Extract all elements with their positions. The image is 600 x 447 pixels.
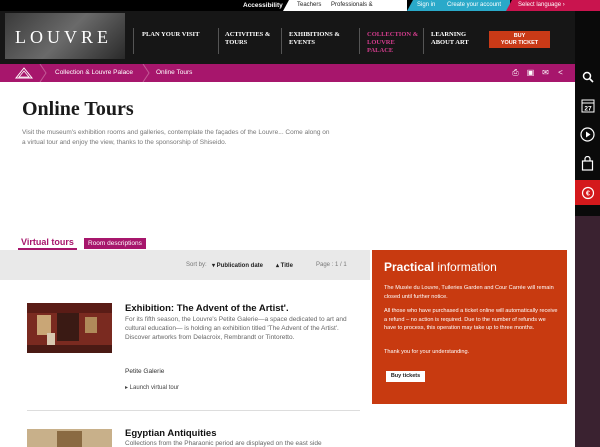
nav-label: EXHIBITIONS & — [289, 31, 340, 38]
item-title[interactable]: Egyptian Antiquities — [125, 428, 216, 439]
logo-text: LOUVRE — [15, 27, 112, 47]
search-icon[interactable] — [575, 64, 600, 89]
nav-learning-about-art[interactable]: LEARNING ABOUT ART — [431, 31, 469, 47]
nav-activities-tours[interactable]: ACTIVITIES & TOURS — [225, 31, 270, 47]
item-location: Petite Galerie — [125, 368, 165, 375]
breadcrumb-item-collection[interactable]: Collection & Louvre Palace — [55, 64, 133, 82]
home-icon[interactable] — [14, 66, 34, 80]
item-title[interactable]: Exhibition: The Advent of the Artist'. — [125, 303, 289, 314]
professionals-link[interactable]: Professionals & Associations — [327, 0, 407, 19]
utility-bar: Accessibility Teachers Professionals & A… — [0, 0, 575, 19]
nav-label: PLAN YOUR VISIT — [142, 31, 200, 38]
sort-publication-date[interactable]: ▾ Publication date — [212, 262, 263, 269]
launch-virtual-tour-link[interactable]: ▸ Launch virtual tour — [125, 384, 179, 391]
email-icon[interactable]: ✉ — [541, 68, 550, 77]
select-language-label: Select language — [518, 2, 562, 8]
item-description: For its fifth season, the Louvre's Petit… — [125, 316, 347, 341]
svg-text:€: € — [586, 190, 590, 197]
calendar-day: 27 — [584, 106, 592, 113]
create-account-link[interactable]: Create your account — [444, 0, 510, 11]
breadcrumb-separator-icon — [39, 64, 47, 82]
practical-title-rest: information — [434, 260, 497, 274]
nav-label: LEARNING — [431, 31, 467, 38]
tab-virtual-tours[interactable]: Virtual tours — [18, 235, 77, 250]
practical-paragraph: All those who have purchased a ticket on… — [384, 308, 558, 332]
nav-collection-louvre-palace[interactable]: COLLECTION & LOUVRE PALACE — [367, 31, 418, 55]
nav-divider — [218, 28, 219, 54]
page-intro: Visit the museum's exhibition rooms and … — [22, 129, 330, 146]
main-header: LOUVRE PLAN YOUR VISIT ACTIVITIES & TOURS… — [0, 11, 575, 64]
calendar-icon[interactable]: 27 — [575, 93, 600, 118]
nav-divider — [359, 28, 360, 54]
sort-label: Sort by: — [186, 262, 207, 268]
shopping-bag-icon[interactable] — [575, 151, 600, 176]
sort-title[interactable]: ▴ Title — [276, 262, 293, 269]
buy-label: YOUR TICKET — [500, 40, 539, 46]
advent-of-artist-thumbnail[interactable] — [27, 303, 112, 353]
nav-label: COLLECTION & — [367, 31, 419, 38]
nav-label: ACTIVITIES & — [225, 31, 271, 38]
page-title: Online Tours — [22, 98, 134, 120]
nav-label: TOURS — [225, 39, 248, 46]
nav-label: ABOUT ART — [431, 39, 469, 46]
egyptian-antiquities-thumbnail[interactable] — [27, 429, 112, 447]
breadcrumb-item-online-tours: Online Tours — [156, 69, 193, 76]
main-content: Online Tours Visit the museum's exhibiti… — [0, 82, 575, 447]
nav-divider — [423, 28, 424, 54]
bookmark-icon[interactable]: ▣ — [526, 68, 535, 77]
breadcrumb: Collection & Louvre Palace Online Tours … — [0, 64, 575, 82]
practical-title: Practical information — [384, 260, 497, 274]
side-toolbar-footer — [575, 216, 600, 447]
breadcrumb-separator-icon — [142, 64, 150, 82]
sign-in-link[interactable]: Sign in — [407, 0, 444, 11]
play-icon[interactable] — [575, 122, 600, 147]
select-language-button[interactable]: Select language › — [506, 0, 575, 11]
nav-label: LOUVRE — [367, 39, 395, 46]
practical-title-bold: Practical — [384, 260, 435, 274]
language-strip — [575, 0, 600, 11]
buy-ticket-button[interactable]: BUY YOUR TICKET — [489, 31, 550, 48]
accessibility-link[interactable]: Accessibility — [243, 0, 283, 11]
sort-bar: Sort by: ▾ Publication date ▴ Title Page… — [0, 250, 370, 280]
item-divider — [27, 410, 360, 411]
page-tools: ⎙ ▣ ✉ < — [511, 68, 565, 77]
louvre-logo[interactable]: LOUVRE — [5, 13, 125, 59]
nav-label: PALACE — [367, 47, 394, 54]
donate-icon[interactable]: € — [575, 180, 600, 205]
pagination: Page : 1 / 1 — [316, 262, 347, 268]
chevron-right-icon: › — [562, 2, 565, 8]
buy-tickets-button[interactable]: Buy tickets — [386, 371, 425, 382]
item-description: Collections from the Pharaonic period ar… — [125, 440, 322, 447]
share-icon[interactable]: < — [556, 68, 565, 77]
tab-room-descriptions[interactable]: Room descriptions — [84, 238, 146, 249]
buy-label: BUY — [513, 33, 526, 39]
nav-divider — [281, 28, 282, 54]
practical-paragraph: The Musée du Louvre, Tuileries Garden an… — [384, 285, 554, 300]
nav-label: EVENTS — [289, 39, 316, 46]
nav-exhibitions-events[interactable]: EXHIBITIONS & EVENTS — [289, 31, 340, 47]
print-icon[interactable]: ⎙ — [511, 68, 520, 77]
nav-plan-your-visit[interactable]: PLAN YOUR VISIT — [142, 31, 199, 39]
nav-divider — [133, 28, 134, 54]
practical-information-panel: Practical information The Musée du Louvr… — [372, 250, 567, 404]
practical-paragraph: Thank you for your understanding. — [384, 349, 470, 355]
